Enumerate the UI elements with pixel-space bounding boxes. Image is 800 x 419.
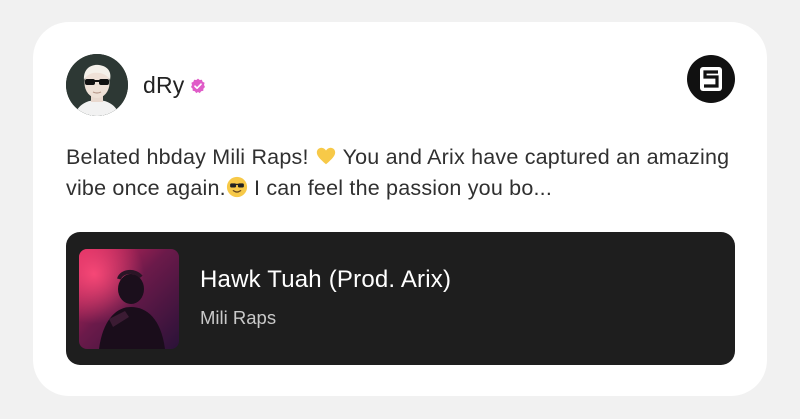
s-logo-icon[interactable] xyxy=(687,55,735,103)
track-cover-art xyxy=(79,249,179,349)
author-row: dRy xyxy=(143,72,206,99)
post-text-part-1: Belated hbday Mili Raps! xyxy=(66,145,315,169)
yellow-heart-icon xyxy=(316,147,335,165)
post-card: dRy Belated hbday Mili Raps! You and Ari… xyxy=(33,22,767,396)
track-card[interactable]: Hawk Tuah (Prod. Arix) Mili Raps xyxy=(66,232,735,365)
post-text-part-3: I can feel the passion you bo... xyxy=(247,176,553,200)
author-avatar[interactable] xyxy=(66,54,128,116)
post-text: Belated hbday Mili Raps! You and Arix ha… xyxy=(66,142,746,204)
track-title: Hawk Tuah (Prod. Arix) xyxy=(200,266,452,293)
cover-image xyxy=(79,249,179,349)
avatar-image xyxy=(66,54,128,116)
author-username[interactable]: dRy xyxy=(143,72,185,99)
verified-badge-icon xyxy=(190,78,205,93)
sunglasses-face-icon xyxy=(226,176,247,198)
track-artist[interactable]: Mili Raps xyxy=(200,307,276,329)
